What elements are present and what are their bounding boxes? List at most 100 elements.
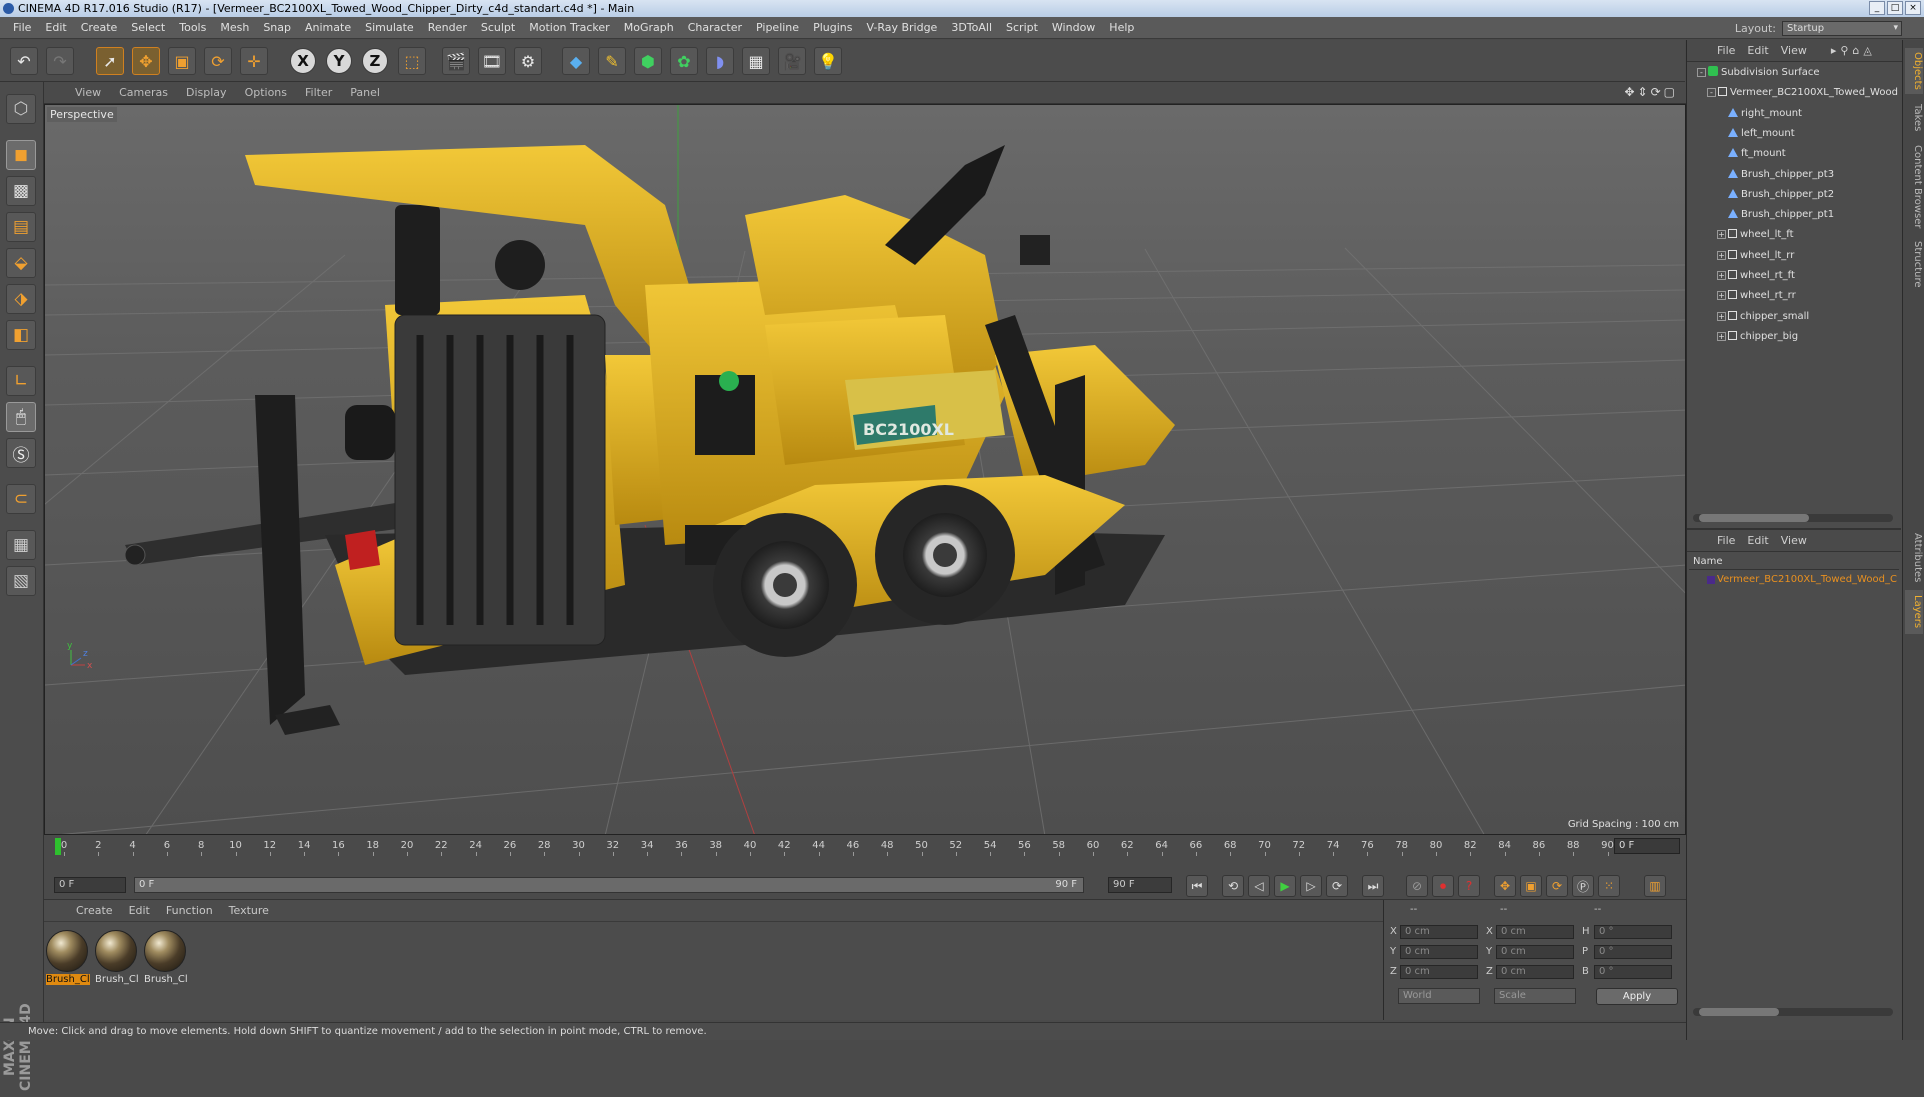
current-frame-field[interactable]: 0 F xyxy=(1614,838,1680,854)
autokeying-button[interactable]: ⏺ xyxy=(1432,875,1454,897)
layout-dropdown[interactable]: Startup xyxy=(1782,20,1902,36)
menu-sculpt[interactable]: Sculpt xyxy=(474,21,522,34)
timeline-ruler[interactable]: 0 2 4 6 8 10 12 14 16 18 20 22 24 26 28 30 32 34 36 38 40 42 4… xyxy=(44,836,1686,870)
soft-selection-button[interactable]: Ⓢ xyxy=(6,438,36,468)
layer-scrollbar[interactable] xyxy=(1693,1008,1893,1016)
coord-pos-z-field[interactable]: 0 cm xyxy=(1400,965,1478,979)
layer-row[interactable]: Vermeer_BC2100XL_Towed_Wood_C xyxy=(1689,572,1899,588)
material-swatch[interactable]: Brush_Cl xyxy=(144,930,188,990)
key-pla-button[interactable]: ⁙ xyxy=(1598,875,1620,897)
render-picture-viewer-button[interactable]: 🎞 xyxy=(478,47,506,75)
perspective-viewport[interactable]: BC2100XL y x z Perspective Grid Spacing … xyxy=(44,104,1686,835)
viewport-menu-filter[interactable]: Filter xyxy=(296,86,341,99)
go-to-next-frame-button[interactable]: ▷ xyxy=(1300,875,1322,897)
layers-menu-view[interactable]: View xyxy=(1775,534,1813,547)
timeline-window-button[interactable]: ▥ xyxy=(1644,875,1666,897)
x-axis-lock-button[interactable]: X xyxy=(290,48,316,74)
viewport-menu-cameras[interactable]: Cameras xyxy=(110,86,177,99)
render-settings-button[interactable]: ⚙ xyxy=(514,47,542,75)
viewport-menu-options[interactable]: Options xyxy=(236,86,296,99)
coord-mode-dropdown[interactable]: World xyxy=(1398,988,1480,1004)
move-tool-button[interactable]: ✥ xyxy=(132,47,160,75)
redo-button[interactable]: ↷ xyxy=(46,47,74,75)
object-tree[interactable]: - Subdivision Surface - Vermeer_BC2100XL_To… xyxy=(1687,64,1901,539)
enable-snap-button[interactable]: ⊂ xyxy=(6,484,36,514)
coord-pos-y-field[interactable]: 0 cm xyxy=(1400,945,1478,959)
menu-3dtoall[interactable]: 3DToAll xyxy=(944,21,999,34)
menu-vray-bridge[interactable]: V-Ray Bridge xyxy=(859,21,944,34)
material-swatch[interactable]: Brush_Cl xyxy=(46,930,90,990)
material-swatch[interactable]: Brush_Cl xyxy=(95,930,139,990)
add-light-button[interactable]: 💡 xyxy=(814,47,842,75)
go-to-next-key-button[interactable]: ⟳ xyxy=(1326,875,1348,897)
add-deformer-button[interactable]: ◗ xyxy=(706,47,734,75)
viewport-nav-icons[interactable]: ✥⇕⟳▢ xyxy=(1624,85,1678,99)
go-to-previous-frame-button[interactable]: ◁ xyxy=(1248,875,1270,897)
viewport-menu-panel[interactable]: Panel xyxy=(341,86,389,99)
expand-toggle-icon[interactable]: + xyxy=(1717,331,1726,341)
go-to-start-button[interactable]: ⏮ xyxy=(1186,875,1208,897)
objects-menu-edit[interactable]: Edit xyxy=(1741,44,1774,57)
maximize-button[interactable]: □ xyxy=(1887,1,1903,15)
expand-toggle-icon[interactable]: - xyxy=(1697,68,1706,77)
apply-button[interactable]: Apply xyxy=(1596,988,1678,1005)
frame-ruler[interactable]: 0 2 4 6 8 10 12 14 16 18 20 22 24 26 28 30 32 34 36 38 40 42 4… xyxy=(54,838,1614,856)
scale-tool-button[interactable]: ▣ xyxy=(168,47,196,75)
object-tree-scrollbar[interactable] xyxy=(1693,514,1893,522)
menu-tools[interactable]: Tools xyxy=(172,21,213,34)
menu-simulate[interactable]: Simulate xyxy=(358,21,421,34)
go-to-end-button[interactable]: ⏭ xyxy=(1362,875,1384,897)
undo-button[interactable]: ↶ xyxy=(10,47,38,75)
keyframe-selection-button[interactable]: ? xyxy=(1458,875,1480,897)
expand-toggle-icon[interactable]: + xyxy=(1717,271,1726,280)
tweak-mode-button[interactable]: 🖱 xyxy=(6,402,36,432)
minimize-button[interactable]: _ xyxy=(1869,1,1885,15)
objects-menu-view[interactable]: View xyxy=(1775,44,1813,57)
add-subdivision-button[interactable]: ⬢ xyxy=(634,47,662,75)
locked-workplane-button[interactable]: ▦ xyxy=(6,530,36,560)
object-tree-row[interactable]: + wheel_rt_ft xyxy=(1717,267,1795,285)
add-spline-button[interactable]: ✎ xyxy=(598,47,626,75)
planar-workplane-button[interactable]: ▧ xyxy=(6,566,36,596)
coord-size-y-field[interactable]: 0 cm xyxy=(1496,945,1574,959)
material-menu-edit[interactable]: Edit xyxy=(121,904,158,917)
object-tree-row[interactable]: - Subdivision Surface xyxy=(1697,64,1820,82)
coord-rot-h-field[interactable]: 0 ° xyxy=(1594,925,1672,939)
object-tree-row[interactable]: + wheel_lt_ft xyxy=(1717,226,1794,244)
add-cube-button[interactable]: ◆ xyxy=(562,47,590,75)
add-camera-button[interactable]: 🎥 xyxy=(778,47,806,75)
expand-toggle-icon[interactable]: + xyxy=(1717,311,1726,321)
object-tree-row[interactable]: Brush_chipper_pt2 xyxy=(1717,186,1834,204)
object-tree-row[interactable]: ft_mount xyxy=(1717,145,1786,163)
start-frame-field[interactable]: 0 F xyxy=(54,877,126,893)
coord-size-z-field[interactable]: 0 cm xyxy=(1496,965,1574,979)
object-tree-row[interactable]: + wheel_lt_rr xyxy=(1717,247,1794,265)
coord-scale-dropdown[interactable]: Scale xyxy=(1494,988,1576,1004)
object-tree-row[interactable]: Brush_chipper_pt1 xyxy=(1717,206,1834,224)
object-tree-row[interactable]: - Vermeer_BC2100XL_Towed_Wood xyxy=(1707,84,1898,102)
coord-rot-b-field[interactable]: 0 ° xyxy=(1594,965,1672,979)
layers-menu-edit[interactable]: Edit xyxy=(1741,534,1774,547)
model-mode-button[interactable]: ◼ xyxy=(6,140,36,170)
menu-motion-tracker[interactable]: Motion Tracker xyxy=(522,21,616,34)
expand-toggle-icon[interactable]: - xyxy=(1707,88,1716,98)
menu-select[interactable]: Select xyxy=(124,21,172,34)
workplane-mode-button[interactable]: ▤ xyxy=(6,212,36,242)
menu-mograph[interactable]: MoGraph xyxy=(617,21,681,34)
tab-layers[interactable]: Layers xyxy=(1905,590,1923,634)
tab-takes[interactable]: Takes xyxy=(1905,98,1923,138)
y-axis-lock-button[interactable]: Y xyxy=(326,48,352,74)
viewport-menu-display[interactable]: Display xyxy=(177,86,236,99)
rotate-tool-button[interactable]: ⟳ xyxy=(204,47,232,75)
transform-tool-button[interactable]: ✛ xyxy=(240,47,268,75)
object-tree-row[interactable]: left_mount xyxy=(1717,125,1795,143)
menu-script[interactable]: Script xyxy=(999,21,1045,34)
frame-range-slider[interactable]: 0 F 90 F xyxy=(134,877,1084,893)
edges-mode-button[interactable]: ⬗ xyxy=(6,284,36,314)
objects-menu-file[interactable]: File xyxy=(1711,44,1741,57)
close-button[interactable]: × xyxy=(1905,1,1921,15)
key-scale-button[interactable]: ▣ xyxy=(1520,875,1542,897)
play-forward-button[interactable]: ▶ xyxy=(1274,875,1296,897)
key-parameter-button[interactable]: Ⓟ xyxy=(1572,875,1594,897)
tab-structure[interactable]: Structure xyxy=(1905,236,1923,292)
